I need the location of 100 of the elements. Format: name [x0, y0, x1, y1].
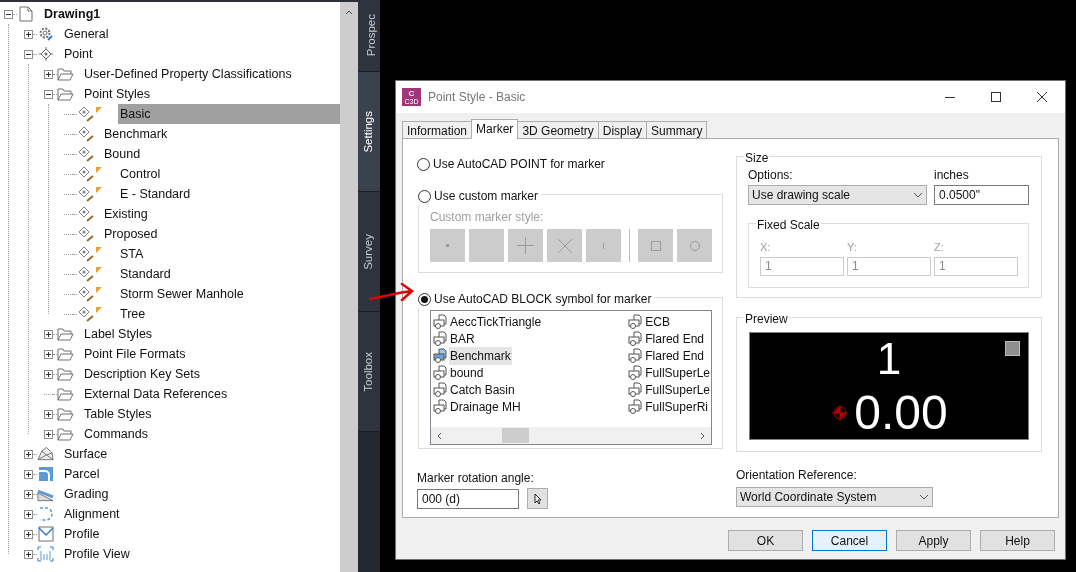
scrollbar-thumb[interactable]	[502, 428, 529, 443]
list-item[interactable]: bound	[449, 363, 485, 382]
point-style-icon	[77, 186, 94, 202]
list-item[interactable]: ECB	[644, 312, 671, 331]
expand-icon[interactable]	[44, 349, 53, 359]
cursor-icon	[533, 492, 542, 505]
point-style-icon	[77, 246, 94, 262]
list-item[interactable]: Flared End	[644, 329, 705, 348]
tree-item[interactable]: STA	[118, 244, 144, 264]
list-item[interactable]: Benchmark	[449, 346, 512, 365]
options-dropdown[interactable]: Use drawing scale	[748, 185, 927, 205]
tab[interactable]: Summary	[646, 121, 708, 139]
radio-button[interactable]	[418, 292, 431, 306]
tree-item[interactable]: Proposed	[102, 224, 158, 244]
tree-item[interactable]: Existing	[102, 204, 148, 224]
dialog-button[interactable]: Help	[980, 530, 1055, 551]
radio-label[interactable]: Use AutoCAD BLOCK symbol for marker	[434, 290, 652, 308]
expand-icon[interactable]	[24, 469, 33, 479]
expand-icon[interactable]	[24, 549, 33, 559]
expand-icon[interactable]	[44, 69, 53, 79]
tree-item[interactable]: Parcel	[62, 464, 100, 484]
expand-icon[interactable]	[44, 329, 53, 339]
tree-item[interactable]: Table Styles	[82, 404, 152, 424]
scrollbar[interactable]	[340, 2, 358, 572]
size-field[interactable]: 0.0500"	[934, 185, 1029, 205]
tree-item[interactable]: Bound	[102, 144, 141, 164]
expand-icon[interactable]	[44, 429, 53, 439]
dialog-button[interactable]: Cancel	[812, 530, 887, 551]
tab[interactable]: Display	[597, 121, 648, 139]
list-item[interactable]: Drainage MH	[449, 397, 522, 416]
profile-view-icon	[37, 546, 54, 562]
list-item[interactable]: FullSuperLe	[644, 363, 711, 382]
tab[interactable]: Information	[402, 121, 473, 139]
list-item[interactable]: FullSuperRi	[644, 397, 709, 416]
tree-item[interactable]: E - Standard	[118, 184, 191, 204]
point-style-icon	[77, 266, 94, 282]
radio-label[interactable]: Use AutoCAD POINT for marker	[433, 155, 605, 173]
expand-icon[interactable]	[24, 509, 33, 519]
document-icon	[18, 6, 33, 22]
tree-item[interactable]: External Data References	[82, 384, 228, 404]
tree-item[interactable]: Drawing1	[42, 4, 101, 24]
tree-item[interactable]: Surface	[62, 444, 108, 464]
list-item[interactable]: Flared End	[644, 346, 705, 365]
rotation-angle-field[interactable]: 000 (d)	[417, 488, 519, 509]
folder-icon	[57, 87, 74, 101]
expand-icon[interactable]	[24, 29, 33, 39]
tree-item[interactable]: Point	[62, 44, 93, 64]
list-item[interactable]: Catch Basin	[449, 380, 516, 399]
point-style-icon	[77, 146, 94, 162]
tree-item[interactable]: User-Defined Property Classifications	[82, 64, 292, 84]
tree-item[interactable]: Control	[118, 164, 161, 184]
point-style-icon	[77, 166, 94, 182]
expand-icon[interactable]	[24, 529, 33, 539]
collapse-icon[interactable]	[4, 9, 13, 19]
tree-item[interactable]: Label Styles	[82, 324, 153, 344]
annotation-arrow	[369, 283, 415, 303]
expand-icon[interactable]	[24, 449, 33, 459]
block-icon	[433, 365, 448, 380]
palette-tab[interactable]: Prospec	[358, 0, 380, 72]
palette-tab[interactable]: Survey	[358, 192, 380, 312]
palette-tab[interactable]: Settings	[358, 72, 380, 192]
scroll-left-icon[interactable]	[437, 431, 442, 440]
tree-item[interactable]: Grading	[62, 484, 109, 504]
tree-item[interactable]: Point File Formats	[82, 344, 186, 364]
pick-button[interactable]	[527, 488, 548, 509]
scroll-right-icon[interactable]	[700, 431, 705, 440]
horizontal-scrollbar[interactable]	[431, 427, 711, 444]
tree-item[interactable]: Profile	[62, 524, 100, 544]
orientation-dropdown[interactable]: World Coordinate System	[736, 487, 933, 507]
expand-icon[interactable]	[24, 489, 33, 499]
block-icon	[628, 314, 644, 329]
tree-item[interactable]: Standard	[118, 264, 171, 284]
tree-item[interactable]: Alignment	[62, 504, 120, 524]
tree-item[interactable]: Storm Sewer Manhole	[118, 284, 244, 304]
tree-item[interactable]: Profile View	[62, 544, 130, 564]
tree-item[interactable]: Point Styles	[82, 84, 150, 104]
radio-button[interactable]	[418, 189, 431, 203]
dialog-button[interactable]: Apply	[896, 530, 971, 551]
profile-icon	[37, 526, 54, 542]
collapse-icon[interactable]	[44, 89, 53, 99]
list-item[interactable]: BAR	[449, 329, 476, 348]
list-item[interactable]: AeccTickTriangle	[449, 312, 543, 331]
tree-item[interactable]: Benchmark	[102, 124, 168, 144]
tree-item[interactable]: Description Key Sets	[82, 364, 201, 384]
radio-label[interactable]: Use custom marker	[434, 187, 539, 205]
tree-item[interactable]: General	[62, 24, 109, 44]
radio-button[interactable]	[417, 157, 430, 171]
tab[interactable]: Marker	[471, 119, 519, 139]
tree-item[interactable]: Basic	[118, 104, 340, 124]
list-item[interactable]: FullSuperLe	[644, 380, 711, 399]
tree-item[interactable]: Commands	[82, 424, 148, 444]
field-label: Marker rotation angle:	[417, 470, 535, 487]
scroll-up-icon[interactable]	[345, 10, 353, 15]
expand-icon[interactable]	[44, 369, 53, 379]
expand-icon[interactable]	[44, 409, 53, 419]
tree-item[interactable]: Tree	[118, 304, 146, 324]
dialog-button[interactable]: OK	[728, 530, 803, 551]
tab[interactable]: 3D Geometry	[517, 121, 599, 139]
palette-tab[interactable]: Toolbox	[358, 312, 380, 432]
collapse-icon[interactable]	[24, 49, 33, 59]
